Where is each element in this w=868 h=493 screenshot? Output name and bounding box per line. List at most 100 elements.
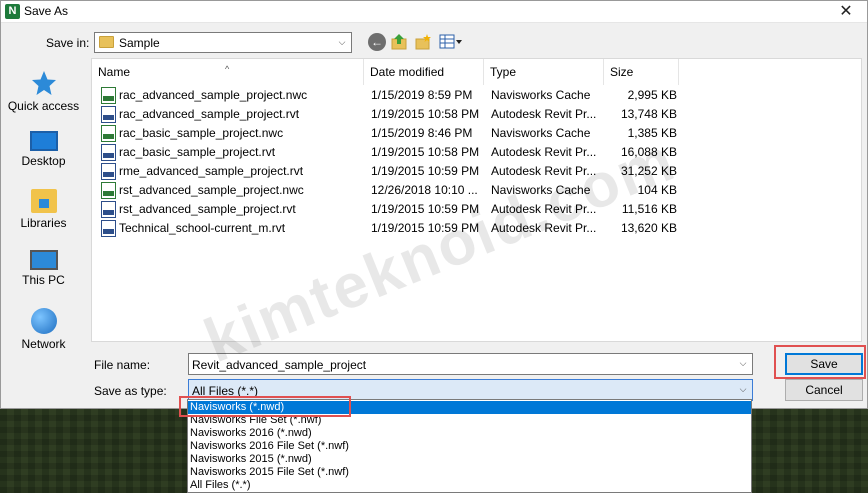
column-name-label: Name (98, 65, 131, 79)
nwc-file-icon (101, 182, 116, 199)
type-option[interactable]: Navisworks 2015 File Set (*.nwf) (188, 466, 751, 479)
this-pc-icon (29, 250, 58, 270)
nwd-option-highlight-box (179, 396, 351, 417)
place-label: This PC (22, 273, 65, 287)
file-list[interactable]: Name ^ Date modified Type Size rac_advan… (91, 58, 862, 342)
place-desktop[interactable]: Desktop (1, 131, 86, 168)
save-in-value: Sample (119, 36, 160, 50)
place-this-pc[interactable]: This PC (1, 250, 86, 287)
up-folder-icon[interactable] (390, 33, 408, 51)
column-header-size[interactable]: Size (604, 59, 679, 85)
save-as-dialog: N Save As ✕ Save in: Sample ⌵ ← Quick ac… (0, 0, 868, 409)
file-name-cell: rac_basic_sample_project.rvt (119, 145, 276, 159)
file-date-cell: 1/19/2015 10:58 PM (371, 145, 480, 159)
file-name-cell: rac_advanced_sample_project.nwc (119, 88, 308, 102)
file-name-input[interactable]: Revit_advanced_sample_project ⌵ (188, 353, 753, 375)
cancel-button[interactable]: Cancel (785, 379, 863, 401)
file-date-cell: 12/26/2018 10:10 ... (371, 183, 478, 197)
libraries-icon (30, 189, 57, 213)
place-libraries[interactable]: Libraries (1, 189, 86, 230)
rvt-file-icon (101, 220, 116, 237)
navisworks-app-icon: N (5, 4, 20, 19)
network-icon (30, 308, 57, 334)
title-bar: N Save As ✕ (1, 1, 867, 23)
file-type-cell: Navisworks Cache (491, 183, 591, 197)
view-menu-icon[interactable] (439, 33, 463, 51)
file-name-cell: Technical_school-current_m.rvt (119, 221, 286, 235)
file-name-cell: rst_advanced_sample_project.nwc (119, 183, 304, 197)
place-label: Libraries (20, 216, 67, 230)
file-type-cell: Navisworks Cache (491, 126, 591, 140)
file-date-cell: 1/19/2015 10:58 PM (371, 107, 480, 121)
file-date-cell: 1/19/2015 10:59 PM (371, 202, 480, 216)
rvt-file-icon (101, 163, 116, 180)
type-option[interactable]: Navisworks 2015 (*.nwd) (188, 453, 751, 466)
file-type-cell: Autodesk Revit Pr... (491, 202, 597, 216)
file-name-value: Revit_advanced_sample_project (192, 358, 367, 372)
file-size-cell: 31,252 KB (620, 164, 677, 178)
place-label: Desktop (21, 154, 66, 168)
file-name-label: File name: (94, 358, 151, 372)
table-row[interactable]: rac_basic_sample_project.rvt 1/19/2015 1… (92, 143, 863, 162)
save-in-dropdown[interactable]: Sample ⌵ (94, 32, 352, 53)
type-option[interactable]: Navisworks 2016 (*.nwd) (188, 427, 751, 440)
sort-ascending-icon: ^ (225, 64, 230, 74)
folder-icon (99, 36, 114, 48)
rvt-file-icon (101, 106, 116, 123)
column-size-label: Size (610, 65, 634, 79)
rvt-file-icon (101, 144, 116, 161)
file-name-cell: rac_advanced_sample_project.rvt (119, 107, 300, 121)
column-header-name[interactable]: Name ^ (92, 59, 364, 85)
table-row[interactable]: rac_basic_sample_project.nwc 1/15/2019 8… (92, 124, 863, 143)
file-size-cell: 16,088 KB (620, 145, 677, 159)
table-row[interactable]: Technical_school-current_m.rvt 1/19/2015… (92, 219, 863, 238)
type-option[interactable]: All Files (*.*) (188, 479, 751, 492)
file-type-cell: Autodesk Revit Pr... (491, 107, 597, 121)
save-in-label: Save in: (46, 36, 90, 50)
column-date-label: Date modified (370, 65, 445, 79)
place-network[interactable]: Network (1, 308, 86, 351)
type-option[interactable]: Navisworks 2016 File Set (*.nwf) (188, 440, 751, 453)
file-size-cell: 104 KB (637, 183, 677, 197)
table-row[interactable]: rst_advanced_sample_project.rvt 1/19/201… (92, 200, 863, 219)
table-row[interactable]: rac_advanced_sample_project.nwc 1/15/201… (92, 86, 863, 105)
rvt-file-icon (101, 201, 116, 218)
column-header-type[interactable]: Type (484, 59, 604, 85)
file-size-cell: 11,516 KB (621, 202, 677, 216)
file-name-cell: rme_advanced_sample_project.rvt (119, 164, 304, 178)
places-sidebar: Quick access Desktop Libraries This PC N… (1, 58, 86, 351)
nwc-file-icon (101, 87, 116, 104)
place-label: Quick access (7, 99, 80, 113)
file-size-cell: 13,748 KB (620, 107, 677, 121)
save-button[interactable]: Save (785, 353, 863, 375)
file-size-cell: 1,385 KB (627, 126, 677, 140)
file-name-cell: rst_advanced_sample_project.rvt (119, 202, 296, 216)
file-size-cell: 13,620 KB (620, 221, 677, 235)
chevron-down-icon: ⌵ (338, 37, 346, 47)
file-size-cell: 2,995 KB (627, 88, 677, 102)
column-type-label: Type (490, 65, 517, 79)
file-type-cell: Autodesk Revit Pr... (491, 221, 597, 235)
file-name-cell: rac_basic_sample_project.nwc (119, 126, 284, 140)
file-date-cell: 1/15/2019 8:59 PM (371, 88, 473, 102)
place-label: Network (21, 337, 66, 351)
column-header-date[interactable]: Date modified (364, 59, 484, 85)
file-type-cell: Autodesk Revit Pr... (491, 164, 597, 178)
back-icon[interactable]: ← (368, 33, 386, 51)
window-title: Save As (24, 4, 69, 18)
close-icon[interactable]: ✕ (831, 1, 861, 23)
save-as-type-label: Save as type: (94, 384, 167, 398)
new-folder-icon[interactable] (414, 33, 432, 51)
chevron-down-icon[interactable]: ⌵ (737, 356, 749, 370)
file-date-cell: 1/15/2019 8:46 PM (371, 126, 473, 140)
table-row[interactable]: rac_advanced_sample_project.rvt 1/19/201… (92, 105, 863, 124)
place-quick-access[interactable]: Quick access (1, 70, 86, 113)
star-icon (31, 71, 56, 95)
nwc-file-icon (101, 125, 116, 142)
table-row[interactable]: rme_advanced_sample_project.rvt 1/19/201… (92, 162, 863, 181)
chevron-down-icon[interactable]: ⌵ (737, 382, 749, 396)
table-row[interactable]: rst_advanced_sample_project.nwc 12/26/20… (92, 181, 863, 200)
desktop-icon (29, 131, 58, 151)
file-date-cell: 1/19/2015 10:59 PM (371, 221, 480, 235)
file-type-cell: Navisworks Cache (491, 88, 591, 102)
